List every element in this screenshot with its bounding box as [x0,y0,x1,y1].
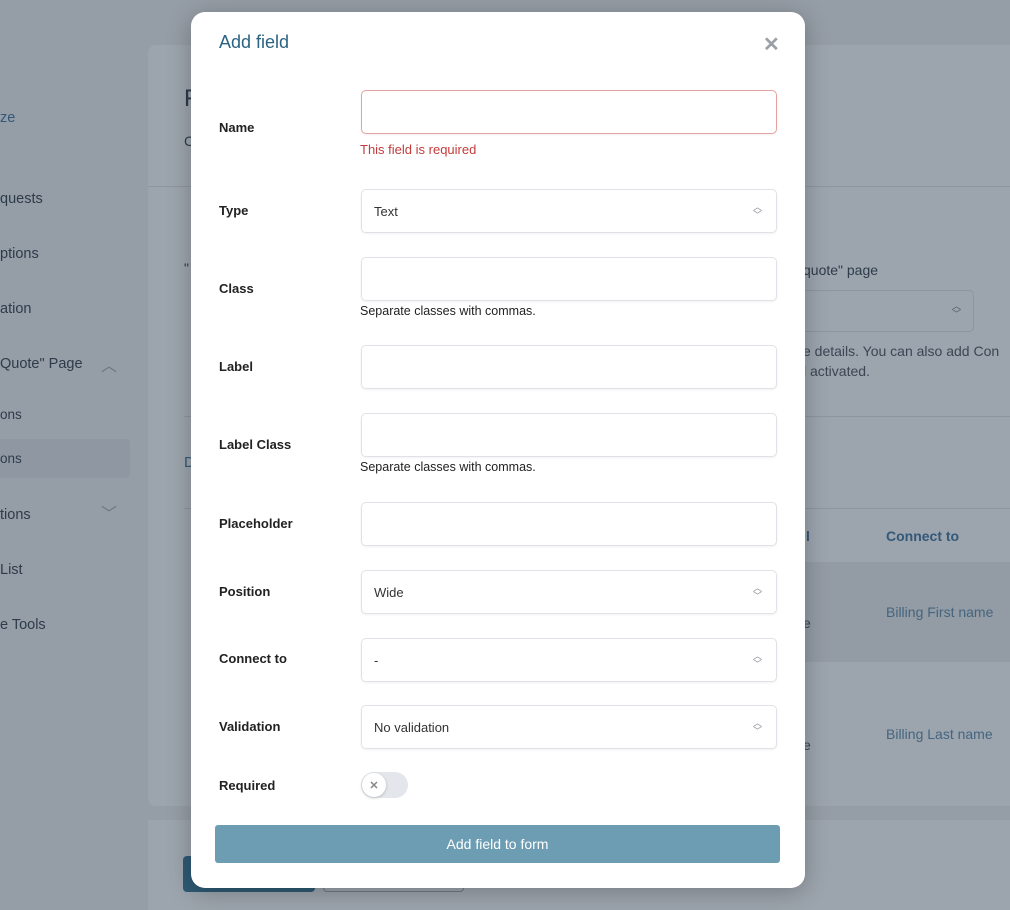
type-value: Text [374,203,398,219]
chevron-up-icon[interactable]: ︿ [101,352,117,376]
position-select[interactable]: Wide ︿ ﹀ [361,570,777,614]
sidebar-item[interactable]: ation [0,301,31,317]
placeholder-label: Placeholder [219,516,293,531]
placeholder-input[interactable] [361,502,777,546]
sidebar-item[interactable]: e Tools [0,617,46,633]
type-select[interactable]: Text ︿ ﹀ [361,189,777,233]
position-label: Position [219,584,271,599]
name-label: Name [219,120,255,135]
validation-value: No validation [374,719,450,735]
required-toggle[interactable]: ✕ [361,772,408,798]
label-label: Label [219,359,253,374]
class-help: Separate classes with commas. [360,304,536,318]
description: l activated. [803,363,870,379]
select-arrows-icon: ︿ ﹀ [752,202,762,220]
class-label: Class [219,281,254,296]
sidebar-item[interactable]: ptions [0,246,39,262]
sidebar-item[interactable]: List [0,562,23,578]
sidebar-item[interactable]: ze [0,110,15,126]
sidebar-item[interactable]: Quote" Page [0,356,83,372]
modal-title: Add field [219,32,290,52]
label-class-label: Label Class [219,437,292,452]
add-field-button[interactable]: Add field to form [215,825,780,863]
connect-to-label: Connect to [219,651,287,666]
sidebar-subitem-active[interactable]: ons [0,451,22,466]
section-text: " [184,260,189,276]
select-arrows-icon: ︿ ﹀ [752,651,762,669]
close-icon[interactable]: ✕ [763,32,780,57]
select-arrows-icon: ︿ ﹀ [752,718,762,736]
page-select[interactable]: ︿ ﹀ [790,290,974,332]
sidebar-item[interactable]: tions [0,507,31,523]
select-arrows-icon: ︿ ﹀ [752,583,762,601]
sidebar-item[interactable]: quests [0,191,43,207]
label-class-input[interactable] [361,413,777,457]
position-value: Wide [374,584,404,600]
select-label: quote" page [803,262,879,278]
table-header-connect: Connect to [886,528,960,544]
label-input[interactable] [361,345,777,389]
connect-to-value: - [374,652,379,668]
table-header: l [806,528,810,544]
sidebar-subitem[interactable]: ons [0,407,22,422]
name-input[interactable] [361,90,777,134]
validation-select[interactable]: No validation ︿ ﹀ [361,705,777,749]
name-error: This field is required [360,142,477,157]
type-label: Type [219,203,249,218]
x-icon: ✕ [362,773,386,797]
validation-label: Validation [219,719,281,734]
add-field-modal: Add field ✕ Name This field is required … [191,12,805,888]
table-cell-connect: Billing First name [886,604,994,620]
chevron-down-icon[interactable]: ﹀ [101,500,117,524]
connect-to-select[interactable]: - ︿ ﹀ [361,638,777,682]
required-label: Required [219,778,276,793]
select-arrows-icon: ︿ ﹀ [951,301,961,319]
class-input[interactable] [361,257,777,301]
table-cell-connect: Billing Last name [886,726,993,742]
label-class-help: Separate classes with commas. [360,460,536,474]
description: e details. You can also add Con [803,343,1000,359]
